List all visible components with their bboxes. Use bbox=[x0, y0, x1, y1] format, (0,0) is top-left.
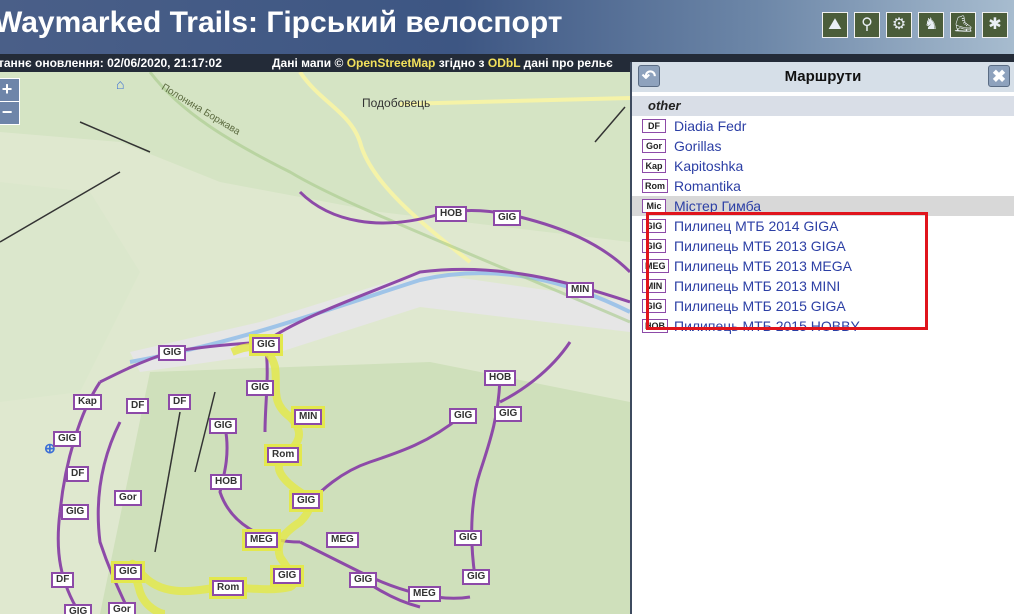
map-route-badge[interactable]: GIG bbox=[349, 572, 378, 588]
zoom-out-button[interactable]: − bbox=[0, 102, 19, 124]
map-route-badge[interactable]: DF bbox=[126, 398, 150, 414]
route-badge: Mic bbox=[642, 199, 666, 213]
map-route-badge[interactable]: GIG bbox=[494, 406, 523, 422]
map-route-badge[interactable]: GIG bbox=[209, 418, 238, 434]
app-header: Waymarked Trails: Гірський велоспорт ⛰ ⚲… bbox=[0, 0, 1014, 54]
route-badge: Kap bbox=[642, 159, 666, 173]
meadow-area bbox=[0, 182, 140, 402]
map-route-badge[interactable]: GIG bbox=[449, 408, 478, 424]
map-drawing bbox=[0, 72, 630, 614]
cycling-icon[interactable]: ⚲ bbox=[854, 12, 880, 38]
zoom-in-button[interactable]: + bbox=[0, 79, 19, 101]
license-text: Дані мапи © OpenStreetMap згідно з ODbL … bbox=[272, 56, 613, 70]
map-route-badge[interactable]: GIG bbox=[252, 337, 281, 353]
route-name[interactable]: Romantika bbox=[674, 176, 741, 196]
panel-title: Маршрути bbox=[784, 68, 862, 85]
skating-icon[interactable]: ⛸ bbox=[950, 12, 976, 38]
place-label-village: Подобовець bbox=[362, 96, 431, 110]
hut-icon[interactable]: ⌂ bbox=[116, 76, 124, 92]
route-badge: DF bbox=[642, 119, 666, 133]
route-name[interactable]: Gorillas bbox=[674, 136, 721, 156]
map-route-badge[interactable]: GIG bbox=[61, 504, 90, 520]
map-canvas[interactable]: + − ⌂ ⊕ Подобовець Полонина Боржава HOB … bbox=[0, 72, 630, 614]
panel-header: ↶ Маршрути ✖ bbox=[632, 62, 1014, 92]
map-route-badge[interactable]: GIG bbox=[64, 604, 93, 614]
osm-link[interactable]: OpenStreetMap bbox=[347, 56, 436, 70]
route-item[interactable]: Rom Romantika bbox=[632, 176, 1014, 196]
route-name[interactable]: Kapitoshka bbox=[674, 156, 743, 176]
map-route-badge[interactable]: Rom bbox=[212, 580, 245, 596]
map-route-badge[interactable]: DF bbox=[51, 572, 75, 588]
map-route-badge[interactable]: GIG bbox=[246, 380, 275, 396]
map-route-badge[interactable]: MEG bbox=[245, 532, 278, 548]
riding-icon[interactable]: ♞ bbox=[918, 12, 944, 38]
route-badge: Rom bbox=[642, 179, 668, 193]
page-title: Waymarked Trails: Гірський велоспорт bbox=[0, 6, 563, 39]
map-route-badge[interactable]: Gor bbox=[114, 490, 142, 506]
map-route-badge[interactable]: GIG bbox=[462, 569, 491, 585]
last-update-text: таннє оновлення: 02/06/2020, 21:17:02 bbox=[0, 56, 222, 70]
map-route-badge[interactable]: HOB bbox=[210, 474, 243, 490]
slopes-icon[interactable]: ✱ bbox=[982, 12, 1008, 38]
hiking-icon[interactable]: ⛰ bbox=[822, 12, 848, 38]
map-route-badge[interactable]: DF bbox=[66, 466, 90, 482]
map-route-badge[interactable]: MEG bbox=[408, 586, 441, 602]
annotation-highlight-box bbox=[646, 212, 928, 330]
map-route-badge[interactable]: GIG bbox=[158, 345, 187, 361]
map-route-badge[interactable]: GIG bbox=[273, 568, 302, 584]
map-route-badge[interactable]: MEG bbox=[326, 532, 359, 548]
map-route-badge[interactable]: MIN bbox=[566, 282, 595, 298]
zoom-control: + − bbox=[0, 78, 20, 125]
map-route-badge[interactable]: GIG bbox=[454, 530, 483, 546]
map-route-badge[interactable]: DF bbox=[168, 394, 192, 410]
map-route-badge[interactable]: GIG bbox=[493, 210, 522, 226]
map-route-badge[interactable]: GIG bbox=[114, 564, 143, 580]
map-route-badge[interactable]: Gor bbox=[108, 602, 136, 614]
route-item[interactable]: DF Diadia Fedr bbox=[632, 116, 1014, 136]
route-group-header: other bbox=[632, 96, 1014, 116]
map-route-badge[interactable]: GIG bbox=[292, 493, 321, 509]
activity-toolbar: ⛰ ⚲ ⚙ ♞ ⛸ ✱ bbox=[822, 12, 1008, 38]
route-item[interactable]: Gor Gorillas bbox=[632, 136, 1014, 156]
map-route-badge[interactable]: Rom bbox=[267, 447, 300, 463]
route-name[interactable]: Diadia Fedr bbox=[674, 116, 746, 136]
map-route-badge[interactable]: Kap bbox=[73, 394, 102, 410]
map-route-badge[interactable]: GIG bbox=[53, 431, 82, 447]
map-route-badge[interactable]: MIN bbox=[294, 409, 323, 425]
mtb-icon[interactable]: ⚙ bbox=[886, 12, 912, 38]
route-item[interactable]: Kap Kapitoshka bbox=[632, 156, 1014, 176]
map-route-badge[interactable]: HOB bbox=[435, 206, 468, 222]
close-icon[interactable]: ✖ bbox=[988, 65, 1010, 87]
odbl-link[interactable]: ODbL bbox=[488, 56, 520, 70]
route-badge: Gor bbox=[642, 139, 666, 153]
map-route-badge[interactable]: HOB bbox=[484, 370, 517, 386]
routes-panel: ↶ Маршрути ✖ other DF Diadia Fedr Gor Go… bbox=[630, 62, 1014, 614]
